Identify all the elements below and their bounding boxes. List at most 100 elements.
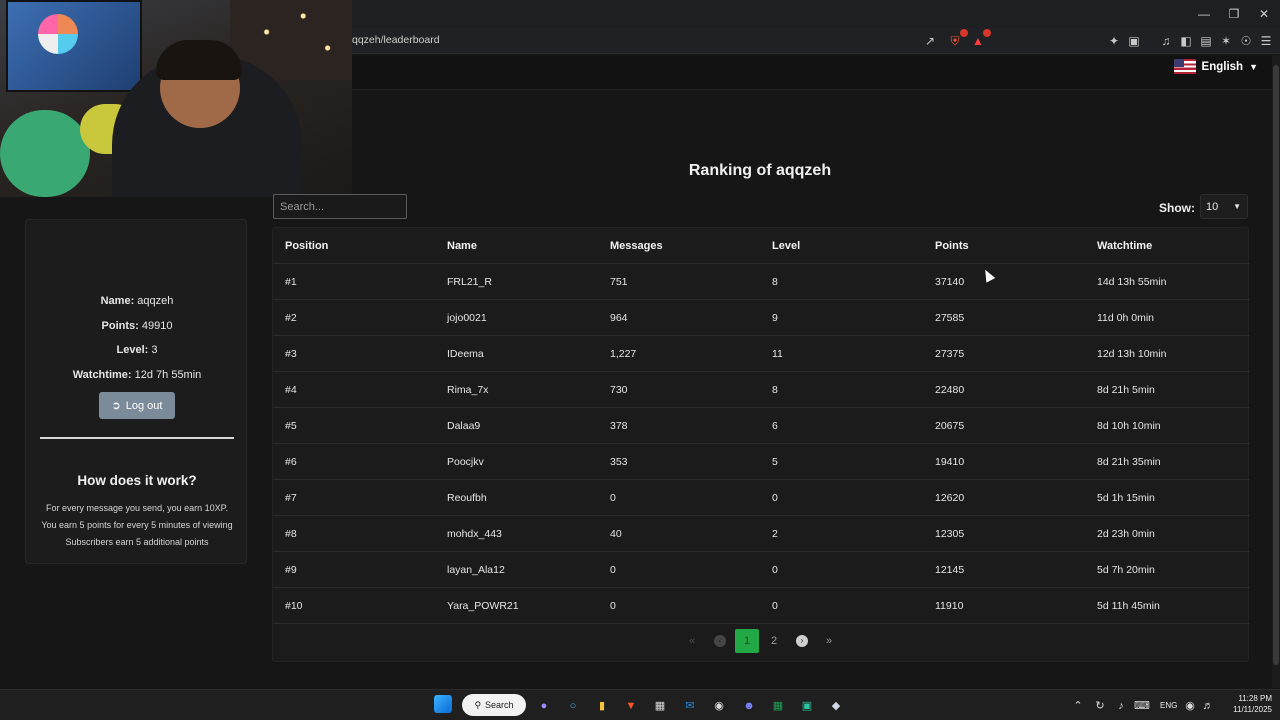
tray-sync-icon[interactable]: ↻ <box>1090 696 1110 716</box>
prev-page-button[interactable]: ‹ <box>708 629 732 653</box>
windows-start-icon[interactable] <box>434 695 452 713</box>
minimize-icon[interactable]: — <box>1189 4 1219 24</box>
how-it-works-title: How does it work? <box>77 473 197 488</box>
cell-points: 27375 <box>935 348 965 360</box>
pagination: « ‹ 1 2 › » <box>273 627 1250 653</box>
cell-messages: 1,227 <box>610 348 637 360</box>
taskbar-clock[interactable]: 11:28 PM 11/11/2025 <box>1222 693 1272 715</box>
obs-icon[interactable]: ◉ <box>709 696 729 716</box>
microphone-icon[interactable]: ♪ <box>1111 696 1131 716</box>
cell-messages: 0 <box>610 564 616 576</box>
cell-level: 0 <box>772 492 778 504</box>
table-row: #3 IDeema 1,227 11 27375 12d 13h 10min <box>273 336 1250 372</box>
cell-messages: 40 <box>610 528 622 540</box>
page-1-button[interactable]: 1 <box>735 629 759 653</box>
column-header-messages[interactable]: Messages <box>610 228 663 264</box>
vpn-shield-icon[interactable]: ☉ <box>1238 33 1254 49</box>
menu-icon[interactable]: ☰ <box>1258 33 1274 49</box>
excel-icon[interactable]: ▦ <box>768 696 788 716</box>
leo-ai-icon[interactable]: ✶ <box>1218 33 1234 49</box>
clock-time: 11:28 PM <box>1238 694 1272 703</box>
brave-browser-icon[interactable]: ▼ <box>621 696 641 716</box>
cell-name: Rima_7x <box>447 384 489 396</box>
column-header-level[interactable]: Level <box>772 228 800 264</box>
next-page-button[interactable]: › <box>790 629 814 653</box>
outlook-icon[interactable]: ✉ <box>680 696 700 716</box>
steam-icon[interactable]: ◆ <box>826 696 846 716</box>
url-text[interactable]: qqzeh/leaderboard <box>352 34 440 46</box>
language-indicator[interactable]: ENG <box>1160 701 1177 710</box>
cell-level: 8 <box>772 276 778 288</box>
cell-position: #8 <box>285 528 297 540</box>
cell-name: layan_Ala12 <box>447 564 505 576</box>
cell-points: 11910 <box>935 600 964 612</box>
scrollbar-thumb[interactable] <box>1273 65 1279 665</box>
leaderboard-table: Position Name Messages Level Points Watc… <box>272 227 1250 662</box>
table-row: #9 layan_Ala12 0 0 12145 5d 7h 20min <box>273 552 1250 588</box>
logout-button[interactable]: ➲ Log out <box>99 392 175 419</box>
column-header-position[interactable]: Position <box>285 228 328 264</box>
cell-watchtime: 8d 10h 10min <box>1097 420 1161 432</box>
prev-page-icon: ‹ <box>714 635 726 648</box>
taskbar-search[interactable]: ⚲ Search <box>462 694 526 716</box>
extensions-icon[interactable]: ✦ <box>1106 33 1122 49</box>
brave-shields-icon[interactable]: ⛨ <box>947 29 968 49</box>
cell-name: jojo0021 <box>447 312 487 324</box>
keyboard-icon[interactable]: ⌨ <box>1132 696 1152 716</box>
badge-icon <box>983 29 991 37</box>
share-icon[interactable]: ↗ <box>922 33 938 49</box>
first-page-button[interactable]: « <box>680 629 704 653</box>
page-scrollbar[interactable] <box>1272 55 1280 688</box>
cell-position: #1 <box>285 276 297 288</box>
cell-watchtime: 8d 21h 5min <box>1097 384 1155 396</box>
show-count-value: 10 <box>1206 200 1219 213</box>
cell-level: 0 <box>772 564 778 576</box>
cell-messages: 964 <box>610 312 628 324</box>
language-selector[interactable]: English ▼ <box>1173 59 1258 74</box>
edge-icon[interactable]: ○ <box>563 696 583 716</box>
logout-label: Log out <box>125 399 163 412</box>
screenshot-icon[interactable]: ▣ <box>1126 33 1142 49</box>
sidebar-icon[interactable]: ◧ <box>1178 33 1194 49</box>
cell-level: 11 <box>772 348 783 360</box>
cell-name: FRL21_R <box>447 276 492 288</box>
cell-watchtime: 14d 13h 55min <box>1097 276 1167 288</box>
logout-icon: ➲ <box>111 400 121 412</box>
volume-icon[interactable]: ♬ <box>1198 696 1218 716</box>
show-count-select[interactable]: 10 ▼ <box>1200 194 1248 219</box>
wallet-icon[interactable]: ▤ <box>1198 33 1214 49</box>
cell-watchtime: 5d 11h 45min <box>1097 600 1160 612</box>
music-icon[interactable]: ♫ <box>1158 33 1174 49</box>
column-header-name[interactable]: Name <box>447 228 477 264</box>
file-explorer-icon[interactable]: ▮ <box>592 696 612 716</box>
table-header-row: Position Name Messages Level Points Watc… <box>273 228 1250 264</box>
cell-messages: 353 <box>610 456 628 468</box>
table-row: #2 jojo0021 964 9 27585 11d 0h 0min <box>273 300 1250 336</box>
last-page-button[interactable]: » <box>817 629 841 653</box>
search-icon: ⚲ <box>474 699 482 710</box>
cell-points: 27585 <box>935 312 965 324</box>
tray-chevron-up-icon[interactable]: ⌃ <box>1068 696 1088 716</box>
close-icon[interactable]: ✕ <box>1249 4 1279 24</box>
cell-name: mohdx_443 <box>447 528 502 540</box>
restore-icon[interactable]: ❐ <box>1219 4 1249 24</box>
column-header-points[interactable]: Points <box>935 228 969 264</box>
cell-watchtime: 5d 1h 15min <box>1097 492 1155 504</box>
cell-messages: 0 <box>610 492 616 504</box>
cell-watchtime: 11d 0h 0min <box>1097 312 1155 324</box>
column-header-watchtime[interactable]: Watchtime <box>1097 228 1152 264</box>
discord-icon[interactable]: ☻ <box>739 696 759 716</box>
badge-icon <box>960 29 968 37</box>
wifi-icon[interactable]: ◉ <box>1180 696 1200 716</box>
webcam-person-hair <box>156 40 242 80</box>
teams-icon[interactable]: ● <box>534 696 554 716</box>
next-page-icon: › <box>796 635 808 648</box>
search-input[interactable] <box>273 194 407 219</box>
store-icon[interactable]: ▦ <box>650 696 670 716</box>
language-label: English <box>1201 60 1244 73</box>
cell-name: Reoufbh <box>447 492 487 504</box>
clock-date: 11/11/2025 <box>1233 705 1272 714</box>
brave-rewards-icon[interactable]: ▲ <box>970 29 991 49</box>
app-icon[interactable]: ▣ <box>797 696 817 716</box>
page-2-button[interactable]: 2 <box>762 629 786 653</box>
